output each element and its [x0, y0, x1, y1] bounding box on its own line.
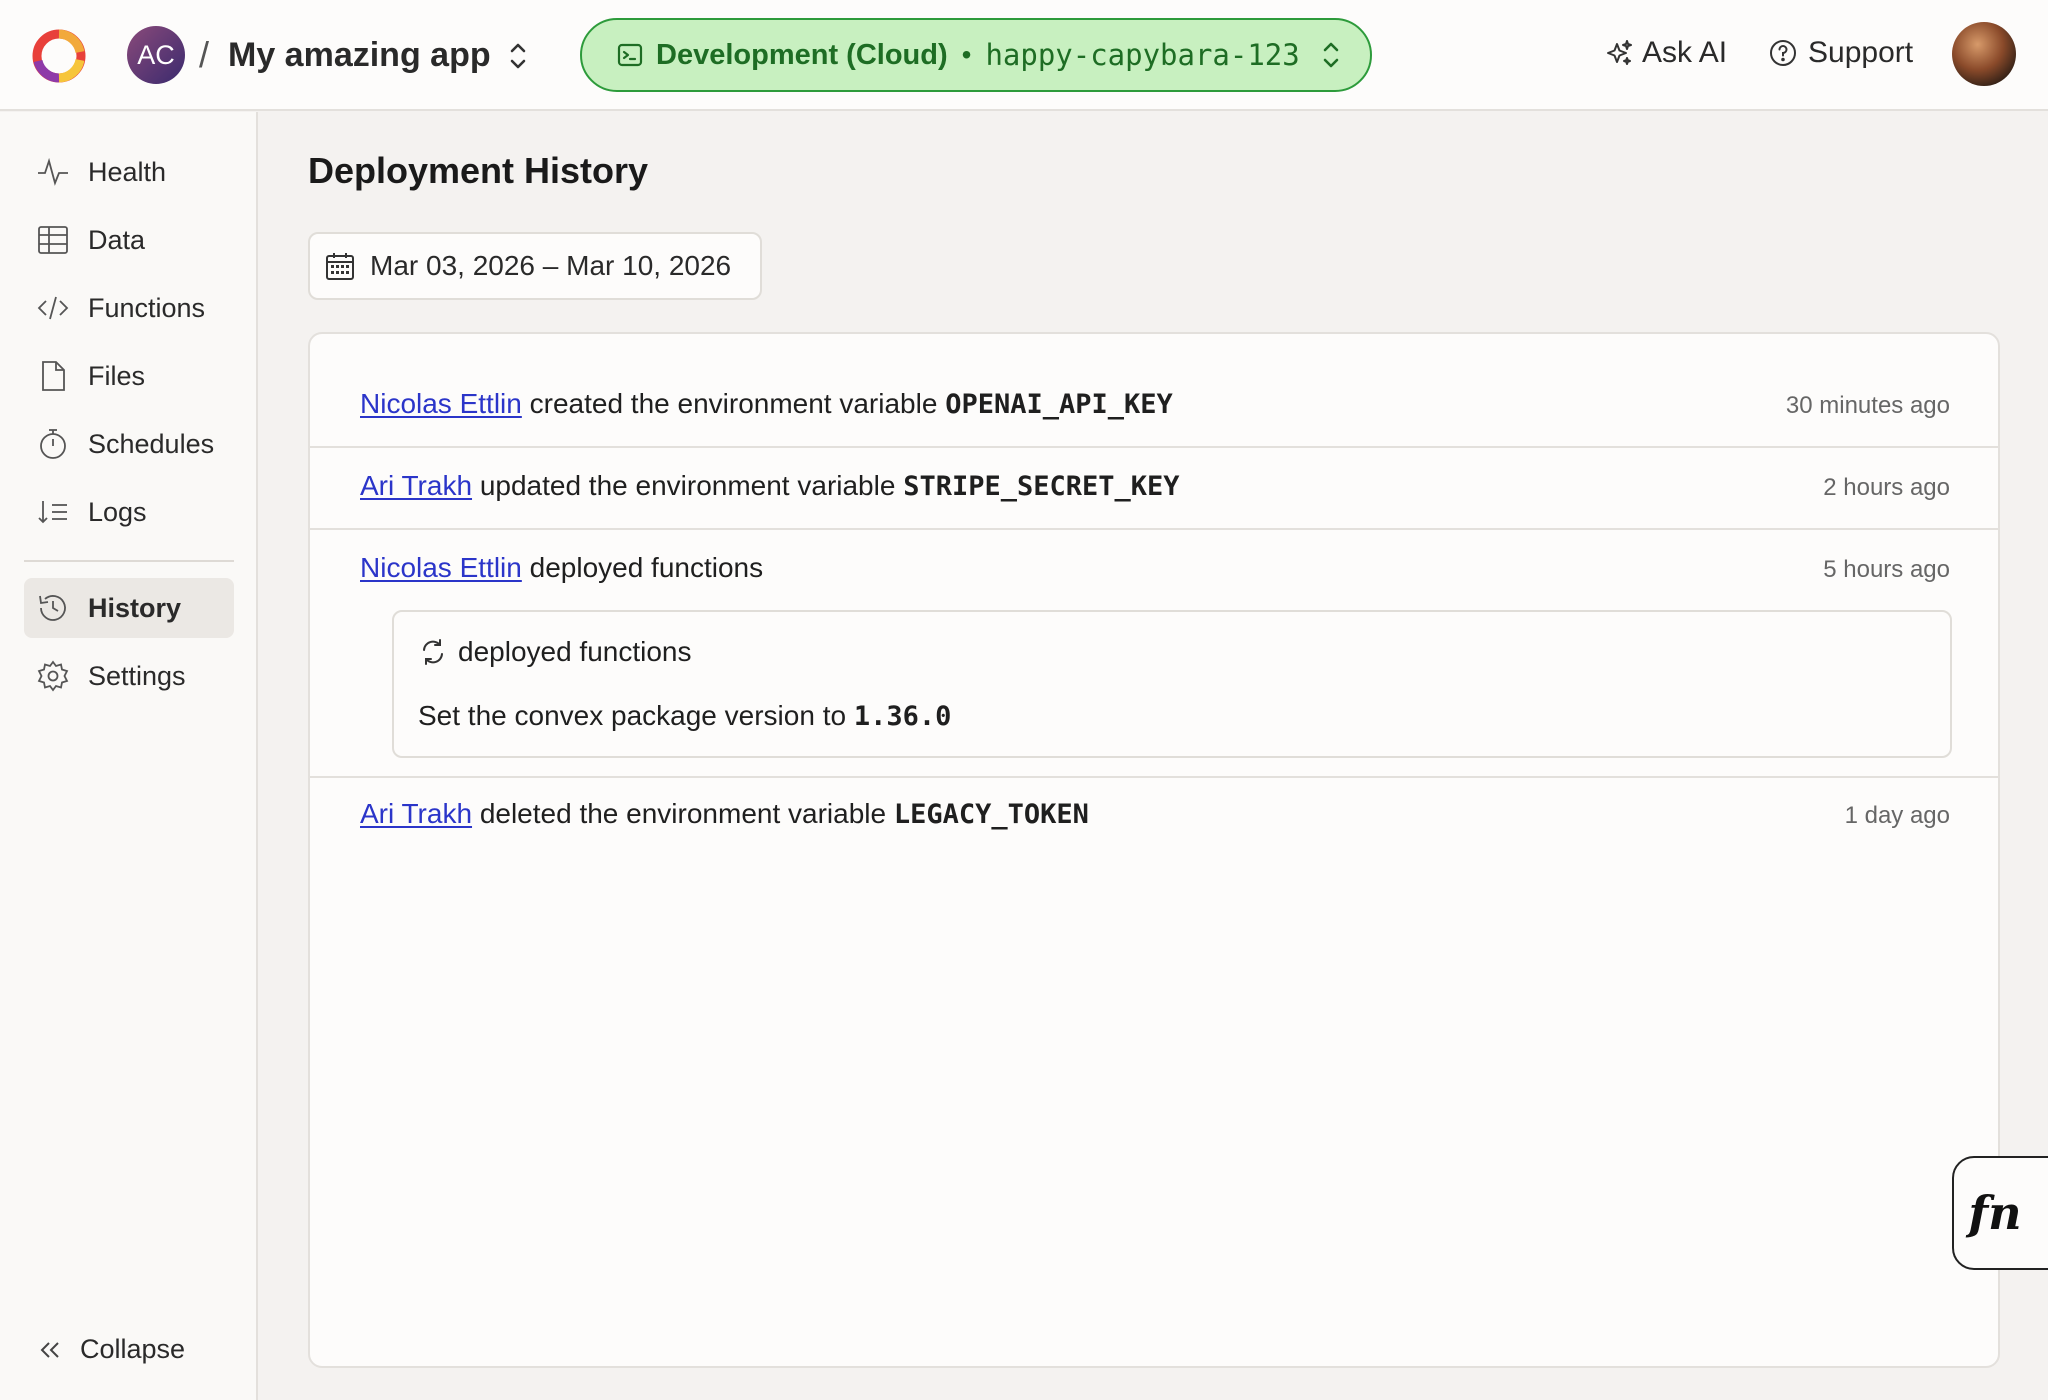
stopwatch-icon: [40, 429, 66, 459]
deploy-detail-title: deployed functions: [458, 636, 692, 667]
entry-divider: [310, 776, 1998, 778]
user-link[interactable]: Ari Trakh: [360, 798, 472, 829]
entry-timestamp: 5 hours ago: [1823, 556, 1950, 583]
user-avatar[interactable]: [1952, 22, 2016, 86]
ask-ai-button[interactable]: Ask AI: [1604, 36, 1727, 70]
sidebar-item-label: Data: [88, 224, 146, 255]
entry-action: deleted the environment variable: [479, 798, 887, 829]
history-entry: Nicolas Ettlin created the environment v…: [360, 388, 1173, 420]
chevron-up-down-icon[interactable]: [504, 38, 532, 74]
entry-timestamp: 2 hours ago: [1823, 474, 1950, 501]
sidebar-item-label: Settings: [88, 660, 186, 691]
sidebar-item-label: Logs: [88, 496, 147, 527]
team-avatar[interactable]: AC: [127, 26, 185, 84]
entry-target: OPENAI_API_KEY: [945, 389, 1173, 420]
sort-list-icon: [38, 501, 67, 524]
collapse-sidebar-button[interactable]: Collapse: [36, 1334, 185, 1365]
breadcrumb-separator: /: [199, 34, 210, 75]
chevrons-left-icon: [40, 1341, 59, 1358]
entry-divider: [310, 528, 1998, 530]
sidebar-item-label: Functions: [88, 292, 206, 323]
top-header: AC / My amazing app Development (Cloud) …: [0, 0, 2048, 111]
date-range-picker[interactable]: Mar 03, 2026 – Mar 10, 2026: [308, 232, 762, 300]
sidebar-item-functions[interactable]: Functions: [24, 278, 234, 338]
deploy-detail-description: Set the convex package version to: [418, 700, 847, 731]
sidebar-item-label: Health: [88, 156, 167, 187]
user-link[interactable]: Ari Trakh: [360, 470, 472, 501]
entry-divider: [310, 446, 1998, 448]
sidebar-item-health[interactable]: Health: [24, 142, 234, 202]
sidebar-item-files[interactable]: Files: [24, 346, 234, 406]
sidebar-item-label: Schedules: [88, 428, 215, 459]
entry-target: LEGACY_TOKEN: [893, 799, 1089, 830]
package-version: 1.36.0: [853, 701, 952, 732]
history-entry: Ari Trakh deleted the environment variab…: [360, 798, 1089, 830]
file-icon: [42, 361, 65, 391]
sparkles-icon: [1607, 40, 1632, 65]
entry-action: updated the environment variable: [479, 470, 896, 501]
history-entry: Nicolas Ettlin deployed functions: [360, 552, 763, 584]
ask-ai-label: Ask AI: [1642, 36, 1728, 69]
deploy-detail-header: deployed functions: [418, 636, 692, 668]
terminal-icon: [617, 43, 643, 67]
history-panel: Nicolas Ettlin created the environment v…: [308, 332, 2000, 1368]
entry-action: created the environment variable: [529, 388, 938, 419]
function-runner-button[interactable]: fn: [1952, 1156, 2048, 1270]
sidebar-item-label: Files: [88, 360, 146, 391]
sidebar-item-history[interactable]: History: [24, 578, 234, 638]
sidebar-item-label: History: [88, 592, 182, 623]
page-title: Deployment History: [308, 150, 649, 191]
collapse-label: Collapse: [80, 1334, 186, 1364]
pulse-icon: [38, 157, 68, 186]
user-link[interactable]: Nicolas Ettlin: [360, 552, 522, 583]
calendar-icon: [326, 253, 354, 280]
entry-timestamp: 30 minutes ago: [1785, 392, 1950, 419]
convex-logo-icon[interactable]: [30, 27, 88, 85]
date-range-label: Mar 03, 2026 – Mar 10, 2026: [370, 250, 732, 281]
support-label: Support: [1808, 36, 1914, 69]
sidebar: Health Data Functions Files Schedules Lo…: [0, 112, 258, 1400]
code-icon: [37, 296, 69, 320]
sidebar-item-data[interactable]: Data: [24, 210, 234, 270]
refresh-icon: [423, 639, 443, 665]
gear-icon: [37, 660, 69, 692]
environment-dot: •: [961, 39, 972, 70]
user-link[interactable]: Nicolas Ettlin: [360, 388, 522, 419]
entry-timestamp: 1 day ago: [1844, 802, 1950, 829]
help-circle-icon: [1770, 40, 1796, 66]
deploy-detail-card: deployed functions Set the convex packag…: [392, 610, 1952, 758]
deployment-slug: happy-capybara-123: [985, 38, 1300, 72]
project-name[interactable]: My amazing app: [228, 36, 491, 75]
sidebar-item-schedules[interactable]: Schedules: [24, 414, 234, 474]
deployment-selector[interactable]: Development (Cloud) • happy-capybara-123: [580, 18, 1372, 92]
history-icon: [39, 595, 66, 621]
sidebar-item-logs[interactable]: Logs: [24, 482, 234, 542]
environment-label: Development (Cloud): [656, 38, 948, 71]
sidebar-divider: [24, 560, 234, 562]
deploy-detail-text: Set the convex package version to 1.36.0: [418, 700, 951, 732]
entry-action: deployed functions: [529, 552, 764, 583]
table-icon: [38, 226, 68, 254]
chevron-up-down-icon: [1323, 42, 1339, 68]
support-button[interactable]: Support: [1768, 36, 1913, 70]
entry-target: STRIPE_SECRET_KEY: [903, 471, 1180, 502]
sidebar-item-settings[interactable]: Settings: [24, 646, 234, 706]
history-entry: Ari Trakh updated the environment variab…: [360, 470, 1180, 502]
